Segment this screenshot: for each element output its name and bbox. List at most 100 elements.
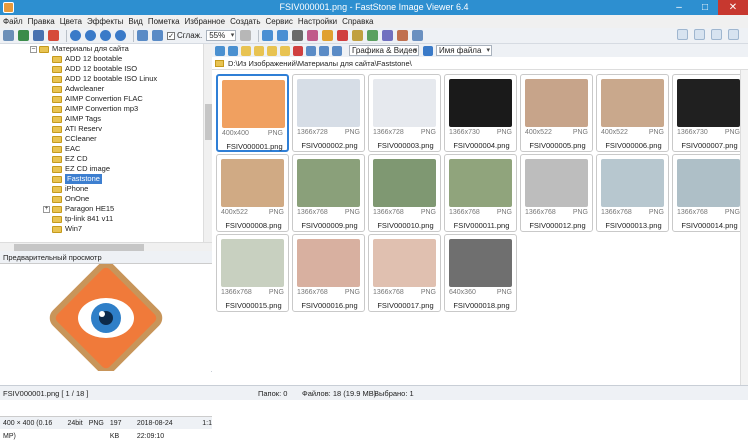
redeye-icon[interactable] [337,30,349,41]
minimize-button[interactable]: – [666,0,692,15]
next-icon[interactable] [85,30,96,41]
tree-item[interactable]: EAC [52,144,80,154]
acquire-icon[interactable] [18,30,29,41]
prev-icon[interactable] [70,30,81,41]
tree-item[interactable]: tp-link 841 v11 [52,214,113,224]
details-view-icon[interactable] [332,45,342,56]
thumbnail-item[interactable]: 1366x768 PNG FSIV000011.png [444,154,517,232]
move-to-icon[interactable] [280,45,290,56]
compare-icon[interactable] [367,30,379,41]
menu-colors[interactable]: Цвета [60,17,82,26]
remove-icon[interactable] [293,45,303,56]
hand-icon[interactable] [240,30,252,41]
resize-icon[interactable] [307,30,319,41]
tree-item[interactable]: OnOne [52,194,89,204]
tree-item-selected[interactable]: Faststone [52,174,102,184]
tree-item[interactable]: ATI Reserv [52,124,102,134]
path-bar[interactable]: D:\Из Изображений\Материалы для сайта\Fa… [212,58,748,70]
crop-icon[interactable] [292,30,304,41]
sort-combo[interactable]: Имя файла [436,45,492,56]
expand-icon[interactable]: + [43,205,50,213]
thumbnail-item[interactable]: 400x522 PNG FSIV000006.png [596,74,669,152]
tree-item[interactable]: Win7 [52,224,82,234]
menu-file[interactable]: Файл [3,17,23,26]
close-button[interactable]: ✕ [718,0,748,15]
back-icon[interactable] [215,45,225,56]
email-icon[interactable] [382,30,394,41]
browser-vscrollbar[interactable] [740,70,748,385]
rotate-left-icon[interactable] [262,30,274,41]
tree-item[interactable]: + Paragon HE15 [43,204,114,214]
thumbnail-item[interactable]: 1366x730 PNG FSIV000007.png [672,74,745,152]
tree-item[interactable]: AIMP Tags [52,114,101,124]
menu-effects[interactable]: Эффекты [87,17,123,26]
scroll-thumb[interactable] [14,244,144,251]
first-icon[interactable] [100,30,111,41]
thumbnail-item[interactable]: 1366x728 PNG FSIV000002.png [292,74,365,152]
sort-icon[interactable] [423,45,433,56]
zoom-combo[interactable]: 55% [206,30,237,41]
tree-item[interactable]: AIMP Convertion mp3 [52,104,138,114]
tree-item[interactable]: ADD 12 bootable ISO Linux [52,74,157,84]
tree-hscrollbar[interactable] [0,242,212,251]
thumbnail-item[interactable]: 400x522 PNG FSIV000008.png [216,154,289,232]
forward-icon[interactable] [228,45,238,56]
tree-item[interactable]: EZ CD [52,154,88,164]
menu-view[interactable]: Вид [128,17,142,26]
fullscreen-icon[interactable] [412,30,424,41]
up-folder-icon[interactable] [241,45,251,56]
tree-item[interactable]: ADD 12 bootable ISO [52,64,137,74]
layout-1-icon[interactable] [677,29,688,40]
tree-vscrollbar[interactable] [203,44,212,242]
menu-edit[interactable]: Правка [28,17,55,26]
thumbnail-item[interactable]: 1366x768 PNG FSIV000012.png [520,154,593,232]
rotate-right-icon[interactable] [277,30,289,41]
thumbnail-item[interactable]: 1366x768 PNG FSIV000017.png [368,234,441,312]
tree-item[interactable]: ADD 12 bootable [52,54,122,64]
delete-icon[interactable] [48,30,59,41]
slideshow-icon[interactable] [352,30,364,41]
thumbnail-item[interactable]: 1366x730 PNG FSIV000004.png [444,74,517,152]
thumbnail-item[interactable]: 1366x768 PNG FSIV000014.png [672,154,745,232]
zoom-out-icon[interactable] [152,30,163,41]
tree-item[interactable]: AIMP Convertion FLAC [52,94,143,104]
menu-tools[interactable]: Сервис [265,17,292,26]
thumbnail-item[interactable]: 1366x768 PNG FSIV000009.png [292,154,365,232]
folder-tree[interactable]: – Материалы для сайта ADD 12 bootable AD… [0,44,212,242]
new-folder-icon[interactable] [254,45,264,56]
open-icon[interactable] [3,30,14,41]
smooth-checkbox[interactable]: ✓ [167,31,175,40]
save-icon[interactable] [33,30,44,41]
menu-tag[interactable]: Пометка [148,17,180,26]
thumb-view-icon[interactable] [306,45,316,56]
thumbnail-item[interactable]: 400x400 PNG FSIV000001.png [216,74,289,152]
menu-help[interactable]: Справка [342,17,373,26]
layout-2-icon[interactable] [694,29,705,40]
thumbnail-item[interactable]: 1366x728 PNG FSIV000003.png [368,74,441,152]
color-icon[interactable] [322,30,334,41]
list-view-icon[interactable] [319,45,329,56]
print-icon[interactable] [397,30,409,41]
zoom-in-icon[interactable] [137,30,148,41]
menu-create[interactable]: Создать [230,17,260,26]
tree-item[interactable]: Adwcleaner [52,84,104,94]
file-filter-combo[interactable]: Графика & Видео [349,45,419,56]
last-icon[interactable] [115,30,126,41]
layout-4-icon[interactable] [728,29,739,40]
thumbnail-item[interactable]: 1366x768 PNG FSIV000016.png [292,234,365,312]
maximize-button[interactable]: □ [692,0,718,15]
tree-root[interactable]: – Материалы для сайта [30,44,129,54]
thumbnail-item[interactable]: 1366x768 PNG FSIV000015.png [216,234,289,312]
tree-item[interactable]: CCleaner [52,134,97,144]
layout-3-icon[interactable] [711,29,722,40]
menu-favorites[interactable]: Избранное [185,17,226,26]
scroll-thumb[interactable] [205,104,212,140]
copy-to-icon[interactable] [267,45,277,56]
thumbnail-item[interactable]: 640x360 PNG FSIV000018.png [444,234,517,312]
thumbnail-item[interactable]: 400x522 PNG FSIV000005.png [520,74,593,152]
menu-settings[interactable]: Настройки [298,17,337,26]
tree-item[interactable]: iPhone [52,184,88,194]
thumbnail-item[interactable]: 1366x768 PNG FSIV000010.png [368,154,441,232]
tree-item[interactable]: EZ CD image [52,164,110,174]
collapse-icon[interactable]: – [30,45,37,53]
